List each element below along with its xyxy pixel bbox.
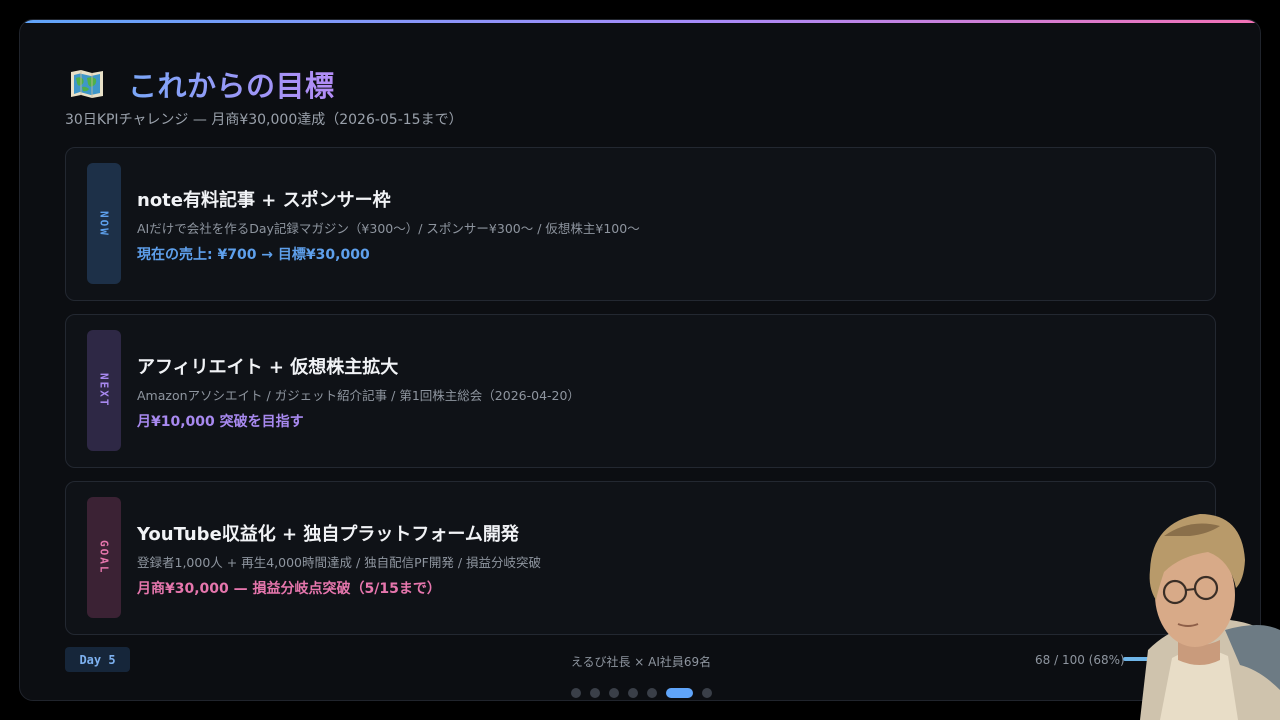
progress-label: 68 / 100 (68%)	[1035, 653, 1125, 667]
map-icon	[71, 70, 103, 98]
card-metric: 月¥10,000 突破を目指す	[137, 414, 304, 430]
pagination-dot[interactable]	[608, 688, 619, 698]
slide-frame: これからの目標 30日KPIチャレンジ — 月商¥30,000達成（2026-0…	[19, 19, 1261, 701]
page-subtitle: 30日KPIチャレンジ — 月商¥30,000達成（2026-05-15まで）	[65, 112, 463, 128]
presenter-avatar	[1140, 514, 1280, 720]
card-title: YouTube収益化 + 独自プラットフォーム開発	[137, 524, 519, 545]
top-accent-bar	[20, 20, 1260, 23]
stage-tag-next: NEXT	[87, 330, 121, 451]
stage-tag-label: NEXT	[97, 373, 111, 408]
stage-tag-goal: GOAL	[87, 497, 121, 618]
pagination-dot[interactable]	[701, 688, 712, 698]
goal-card-now: NOW note有料記事 + スポンサー枠 AIだけで会社を作るDay記録マガジ…	[65, 147, 1216, 301]
card-title: note有料記事 + スポンサー枠	[137, 190, 391, 211]
stage-tag-label: NOW	[97, 210, 111, 237]
card-description: Amazonアソシエイト / ガジェット紹介記事 / 第1回株主総会（2026-…	[137, 388, 580, 403]
stage-tag-label: GOAL	[97, 540, 111, 575]
goal-card-goal: GOAL YouTube収益化 + 独自プラットフォーム開発 登録者1,000人…	[65, 481, 1216, 635]
pagination-dot[interactable]	[570, 688, 581, 698]
card-metric: 月商¥30,000 — 損益分岐点突破（5/15まで）	[137, 581, 441, 597]
card-title: アフィリエイト + 仮想株主拡大	[137, 357, 399, 378]
webcam-overlay	[1120, 500, 1280, 720]
slide-pagination	[20, 688, 1260, 698]
card-description: 登録者1,000人 + 再生4,000時間達成 / 独自配信PF開発 / 損益分…	[137, 555, 542, 570]
card-description: AIだけで会社を作るDay記録マガジン（¥300〜）/ スポンサー¥300〜 /…	[137, 221, 640, 236]
pagination-dot[interactable]	[665, 688, 693, 698]
page-title: これからの目標	[128, 63, 335, 105]
stage-tag-now: NOW	[87, 163, 121, 284]
pagination-dot[interactable]	[589, 688, 600, 698]
goal-card-next: NEXT アフィリエイト + 仮想株主拡大 Amazonアソシエイト / ガジェ…	[65, 314, 1216, 468]
title-row: これからの目標	[70, 64, 335, 104]
pagination-dot[interactable]	[646, 688, 657, 698]
card-metric: 現在の売上: ¥700 → 目標¥30,000	[137, 247, 370, 263]
pagination-dot[interactable]	[627, 688, 638, 698]
